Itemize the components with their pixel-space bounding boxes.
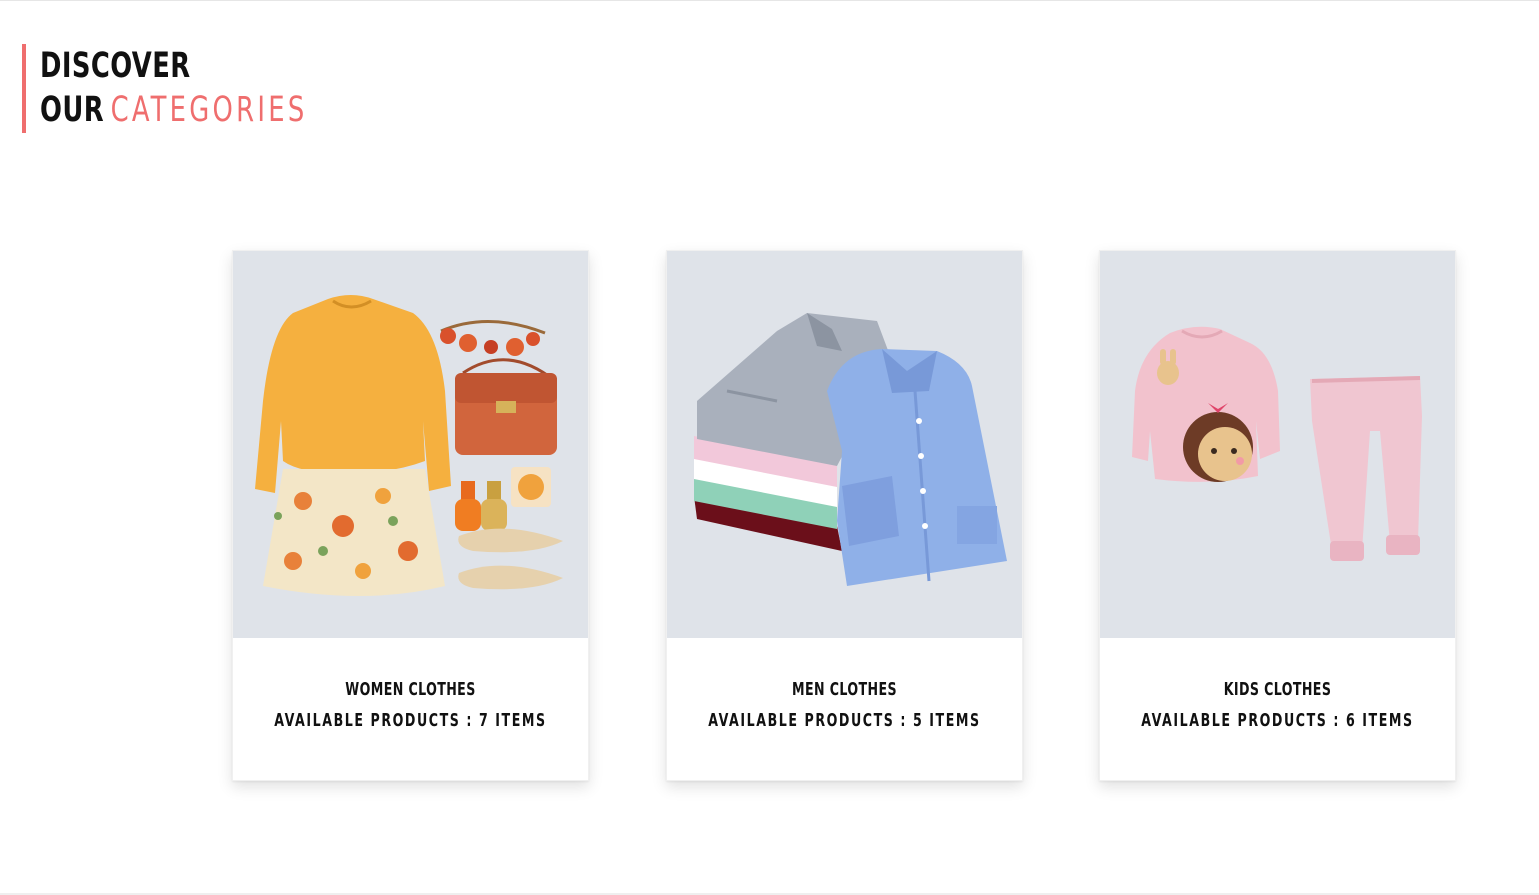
kids-pajamas-image[interactable] bbox=[1100, 251, 1455, 638]
category-card-men[interactable]: MEN CLOTHES AVAILABLE PRODUCTS : 5 ITEMS bbox=[666, 250, 1023, 781]
category-title-men[interactable]: MEN CLOTHES bbox=[706, 679, 983, 700]
men-shirts-image[interactable] bbox=[667, 251, 1022, 638]
category-title-women[interactable]: WOMEN CLOTHES bbox=[272, 679, 549, 700]
heading-line-2: OUR CATEGORIES bbox=[40, 88, 308, 132]
category-count-men: AVAILABLE PRODUCTS : 5 ITEMS bbox=[708, 710, 981, 731]
category-count-kids: AVAILABLE PRODUCTS : 6 ITEMS bbox=[1141, 710, 1414, 731]
top-divider bbox=[0, 0, 1539, 1]
women-outfit-image[interactable] bbox=[233, 251, 588, 638]
category-title-kids[interactable]: KIDS CLOTHES bbox=[1139, 679, 1416, 700]
category-card-kids[interactable]: KIDS CLOTHES AVAILABLE PRODUCTS : 6 ITEM… bbox=[1099, 250, 1456, 781]
heading-categories: CATEGORIES bbox=[110, 90, 308, 130]
section-heading: DISCOVER OUR CATEGORIES bbox=[22, 44, 366, 133]
heading-our: OUR bbox=[40, 90, 105, 130]
category-count-women: AVAILABLE PRODUCTS : 7 ITEMS bbox=[274, 710, 547, 731]
heading-discover: DISCOVER bbox=[40, 46, 191, 86]
category-card-women[interactable]: WOMEN CLOTHES AVAILABLE PRODUCTS : 7 ITE… bbox=[232, 250, 589, 781]
heading-line-1: DISCOVER bbox=[40, 44, 308, 88]
